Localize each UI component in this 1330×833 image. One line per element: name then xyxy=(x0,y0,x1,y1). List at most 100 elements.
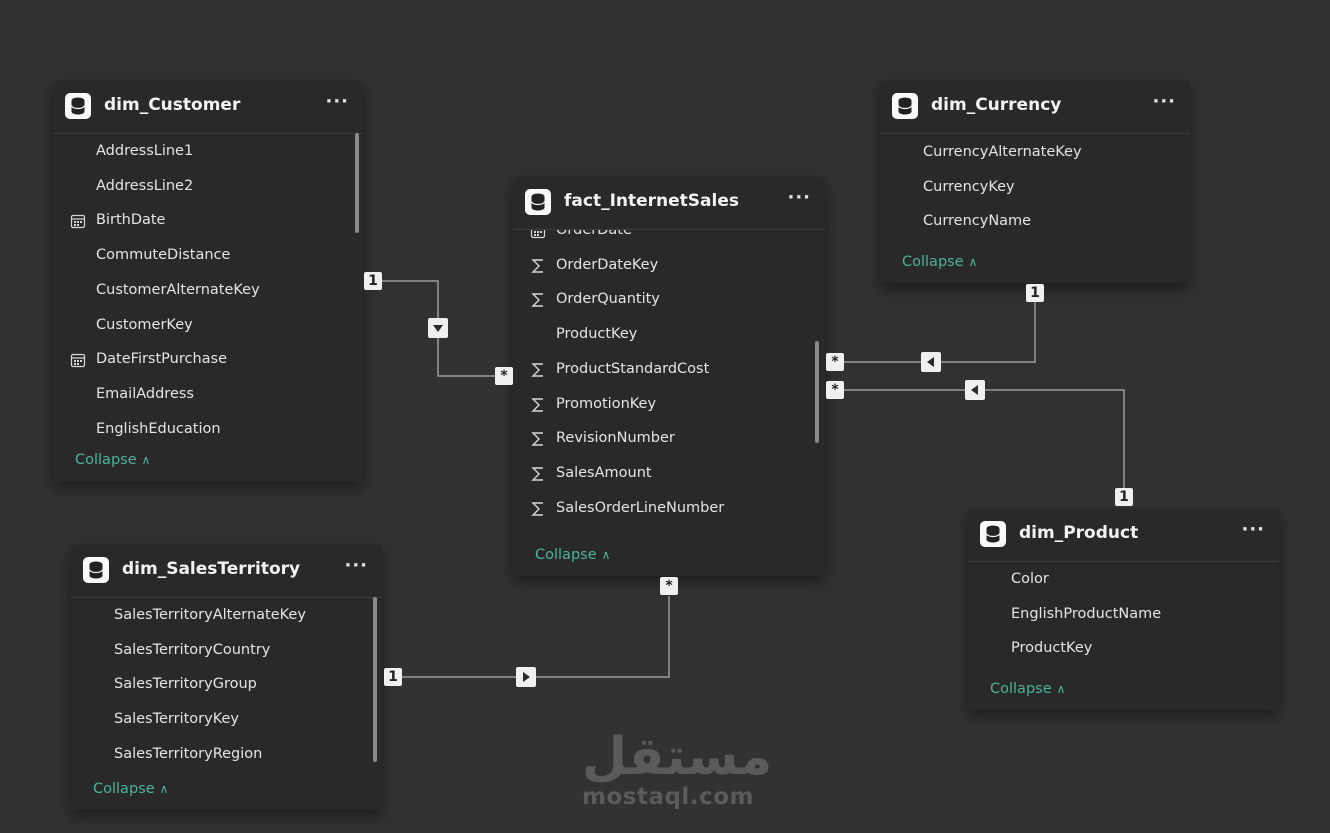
field-row[interactable]: EmailAddress xyxy=(53,378,363,412)
field-name: AddressLine2 xyxy=(96,177,194,194)
field-list[interactable]: AddressLine1 AddressLine2 BirthDate Commute… xyxy=(53,135,363,447)
field-row[interactable]: BirthDate xyxy=(53,204,363,238)
filter-direction-left-icon[interactable] xyxy=(965,380,985,400)
more-options-icon[interactable]: ··· xyxy=(344,555,368,576)
collapse-label: Collapse xyxy=(902,254,964,270)
table-card-dim-product[interactable]: dim_Product ··· Color EnglishProductName P… xyxy=(968,509,1279,710)
cardinality-many-badge[interactable]: * xyxy=(495,367,513,385)
field-name: RevisionNumber xyxy=(556,430,675,447)
field-row[interactable]: CurrencyAlternateKey xyxy=(880,136,1190,170)
collapse-label: Collapse xyxy=(990,681,1052,697)
field-row[interactable]: ProductKey xyxy=(513,318,825,352)
field-row[interactable]: DateFirstPurchase xyxy=(53,343,363,377)
field-row[interactable]: SalesTerritoryCountry xyxy=(71,634,382,668)
more-options-icon[interactable]: ··· xyxy=(1241,519,1265,540)
field-name: OrderDate xyxy=(556,230,632,238)
chevron-up-icon: ∧ xyxy=(141,453,151,467)
field-row[interactable]: SalesOrderLineNumber xyxy=(513,492,825,526)
table-header[interactable]: dim_SalesTerritory ··· xyxy=(71,545,382,598)
field-name: SalesTerritoryKey xyxy=(114,711,239,728)
chevron-up-icon: ∧ xyxy=(601,548,611,562)
collapse-button[interactable]: Collapse ∧ xyxy=(902,254,977,270)
field-name: EnglishProductName xyxy=(1011,605,1162,622)
cardinality-many-badge[interactable]: * xyxy=(826,381,844,399)
field-name: CurrencyKey xyxy=(923,178,1015,195)
cardinality-many-badge[interactable]: * xyxy=(660,577,678,595)
sigma-icon xyxy=(530,464,546,482)
field-row[interactable]: CommuteDistance xyxy=(53,239,363,273)
calendar-icon xyxy=(70,350,86,368)
sigma-icon xyxy=(530,360,546,378)
field-name: BirthDate xyxy=(96,212,166,229)
sigma-icon xyxy=(530,290,546,308)
field-row[interactable]: CustomerAlternateKey xyxy=(53,274,363,308)
field-list[interactable]: OrderDate OrderDateKey OrderQuantity Produc… xyxy=(513,230,825,535)
collapse-button[interactable]: Collapse ∧ xyxy=(990,681,1065,697)
field-list[interactable]: Color EnglishProductName ProductKey xyxy=(968,563,1279,669)
field-row[interactable]: SalesAmount xyxy=(513,457,825,491)
field-row[interactable]: ProductKey xyxy=(968,632,1279,666)
field-row[interactable]: Color xyxy=(968,563,1279,597)
cardinality-many-badge[interactable]: * xyxy=(826,353,844,371)
field-name: CustomerAlternateKey xyxy=(96,281,260,298)
field-name: AddressLine1 xyxy=(96,143,194,159)
field-row[interactable]: ProductStandardCost xyxy=(513,353,825,387)
table-header[interactable]: dim_Customer ··· xyxy=(53,81,363,134)
table-header[interactable]: fact_InternetSales ··· xyxy=(513,177,825,230)
field-list[interactable]: CurrencyAlternateKey CurrencyKey CurrencyN… xyxy=(880,136,1190,242)
scrollbar[interactable] xyxy=(373,597,377,762)
field-name: SalesTerritoryRegion xyxy=(114,745,263,762)
chevron-up-icon: ∧ xyxy=(968,255,978,269)
field-row[interactable]: CurrencyName xyxy=(880,205,1190,239)
field-row[interactable]: OrderQuantity xyxy=(513,283,825,317)
filter-direction-down-icon[interactable] xyxy=(428,318,448,338)
rel-line-territory-sales xyxy=(402,596,670,678)
field-row[interactable]: OrderDateKey xyxy=(513,249,825,283)
collapse-label: Collapse xyxy=(75,452,137,468)
scrollbar[interactable] xyxy=(815,341,819,443)
table-header[interactable]: dim_Currency ··· xyxy=(880,81,1190,134)
cardinality-one-badge[interactable]: 1 xyxy=(1115,488,1133,506)
cardinality-one-badge[interactable]: 1 xyxy=(384,668,402,686)
field-row[interactable]: CurrencyKey xyxy=(880,171,1190,205)
collapse-button[interactable]: Collapse ∧ xyxy=(93,781,168,797)
field-row[interactable]: SalesTerritoryGroup xyxy=(71,668,382,702)
collapse-button[interactable]: Collapse ∧ xyxy=(75,452,150,468)
table-card-dim-currency[interactable]: dim_Currency ··· CurrencyAlternateKey Cur… xyxy=(880,81,1190,283)
field-name: SalesTerritoryAlternateKey xyxy=(114,607,306,623)
filter-direction-left-icon[interactable] xyxy=(921,352,941,372)
watermark-logo: مستقل mostaql.com xyxy=(582,730,772,810)
collapse-button[interactable]: Collapse ∧ xyxy=(535,547,610,563)
field-row[interactable]: OrderDate xyxy=(513,230,825,248)
scrollbar[interactable] xyxy=(355,133,359,233)
field-row[interactable]: RevisionNumber xyxy=(513,422,825,456)
cardinality-one-badge[interactable]: 1 xyxy=(1026,284,1044,302)
field-name: SalesAmount xyxy=(556,464,652,481)
calendar-icon xyxy=(70,211,86,229)
field-row[interactable]: PromotionKey xyxy=(513,388,825,422)
field-name: OrderDateKey xyxy=(556,256,659,273)
field-name: CommuteDistance xyxy=(96,247,231,264)
field-row[interactable]: AddressLine1 xyxy=(53,135,363,169)
field-row[interactable]: SalesTerritoryAlternateKey xyxy=(71,599,382,633)
table-header[interactable]: dim_Product ··· xyxy=(968,509,1279,562)
more-options-icon[interactable]: ··· xyxy=(787,187,811,208)
more-options-icon[interactable]: ··· xyxy=(325,91,349,112)
field-row[interactable]: CustomerKey xyxy=(53,309,363,343)
field-row[interactable]: SalesTerritoryRegion xyxy=(71,738,382,772)
field-list[interactable]: SalesTerritoryAlternateKey SalesTerritory… xyxy=(71,599,382,774)
table-card-dim-sales-territory[interactable]: dim_SalesTerritory ··· SalesTerritoryAlt… xyxy=(71,545,382,810)
database-icon xyxy=(83,557,109,583)
table-card-fact-internet-sales[interactable]: fact_InternetSales ··· OrderDate OrderDat… xyxy=(513,177,825,576)
table-card-dim-customer[interactable]: dim_Customer ··· AddressLine1 AddressLine… xyxy=(53,81,363,482)
field-row[interactable]: AddressLine2 xyxy=(53,170,363,204)
field-name: SalesTerritoryGroup xyxy=(114,676,257,693)
filter-direction-right-icon[interactable] xyxy=(516,667,536,687)
field-name: CurrencyAlternateKey xyxy=(923,144,1082,160)
field-row[interactable]: EnglishEducation xyxy=(53,413,363,447)
cardinality-one-badge[interactable]: 1 xyxy=(364,272,382,290)
table-title: dim_SalesTerritory xyxy=(122,559,301,579)
field-row[interactable]: EnglishProductName xyxy=(968,598,1279,632)
field-row[interactable]: SalesTerritoryKey xyxy=(71,703,382,737)
more-options-icon[interactable]: ··· xyxy=(1152,91,1176,112)
